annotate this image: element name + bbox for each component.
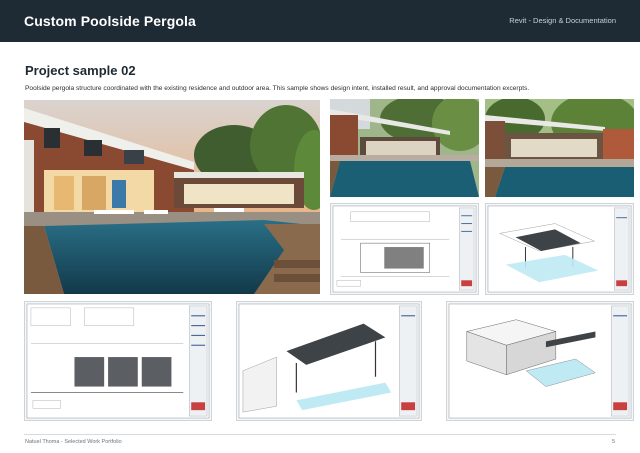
footer-portfolio-label: Natuel Thoma - Selected Work Portfolio: [25, 439, 122, 445]
pool-photo-wide: [330, 99, 479, 197]
isometric-pergola-sheet: [485, 203, 634, 295]
page-header: Custom Poolside Pergola Revit - Design &…: [0, 0, 640, 42]
footer-divider: [24, 434, 616, 435]
elevation-drawing-sheet: [24, 301, 212, 421]
plan-drawing-sheet: [330, 203, 479, 295]
section-title: Project sample 02: [25, 63, 136, 78]
project-title: Custom Poolside Pergola: [24, 13, 196, 29]
section-description: Poolside pergola structure coordinated w…: [25, 85, 530, 92]
hero-pool-photo: [24, 100, 320, 294]
page-number: 5: [611, 439, 615, 445]
house-pool-axonometric-sheet: [446, 301, 634, 421]
perspective-pergola-sheet: [236, 301, 422, 421]
pool-photo-pergola: [485, 99, 634, 197]
project-subtitle: Revit - Design & Documentation: [509, 16, 616, 25]
